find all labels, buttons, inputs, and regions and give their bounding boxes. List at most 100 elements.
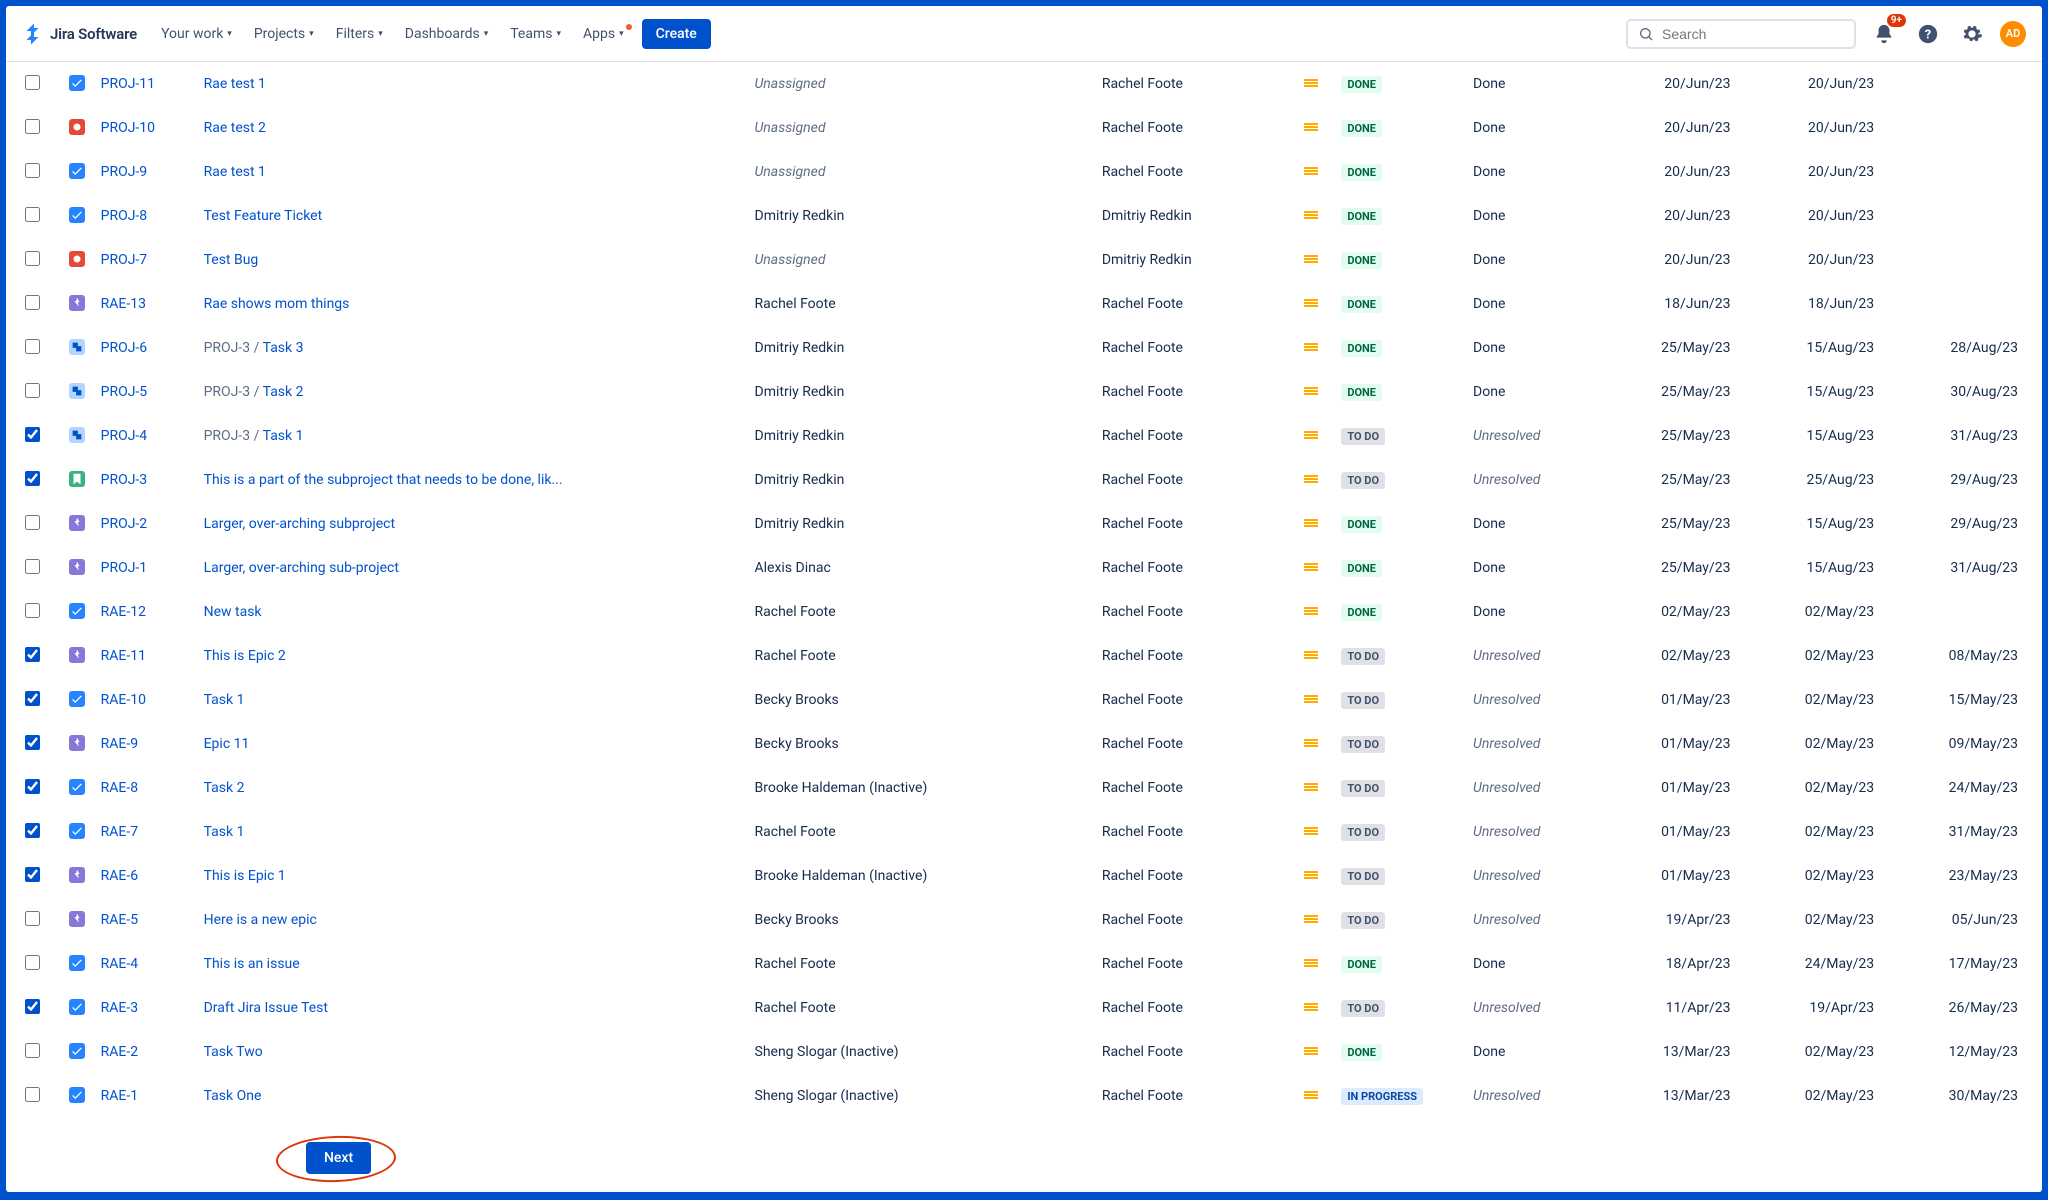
row-checkbox[interactable] (25, 867, 40, 882)
status-lozenge[interactable]: DONE (1341, 604, 1382, 621)
help-button[interactable]: ? (1912, 18, 1944, 50)
nav-apps[interactable]: Apps▾ (575, 20, 632, 48)
issue-summary-link[interactable]: Rae shows mom things (204, 296, 350, 312)
status-lozenge[interactable]: TO DO (1341, 868, 1385, 885)
status-lozenge[interactable]: DONE (1341, 164, 1382, 181)
row-checkbox[interactable] (25, 383, 40, 398)
row-checkbox[interactable] (25, 163, 40, 178)
notifications-button[interactable]: 9+ (1868, 18, 1900, 50)
issue-key-link[interactable]: RAE-10 (101, 692, 146, 708)
status-lozenge[interactable]: DONE (1341, 384, 1382, 401)
search-input[interactable] (1662, 26, 1844, 42)
issue-key-link[interactable]: RAE-8 (101, 780, 138, 796)
issue-key-link[interactable]: PROJ-3 (101, 472, 148, 488)
issue-summary-link[interactable]: Task One (204, 1088, 262, 1104)
status-lozenge[interactable]: TO DO (1341, 692, 1385, 709)
next-button[interactable]: Next (306, 1142, 371, 1174)
issue-summary-link[interactable]: Test Feature Ticket (204, 208, 323, 224)
issue-summary-link[interactable]: Task 2 (263, 384, 304, 400)
issue-summary-link[interactable]: Task 1 (204, 824, 245, 840)
status-lozenge[interactable]: DONE (1341, 252, 1382, 269)
nav-filters[interactable]: Filters▾ (328, 20, 391, 48)
status-lozenge[interactable]: TO DO (1341, 912, 1385, 929)
issue-summary-link[interactable]: Rae test 1 (204, 76, 266, 92)
status-lozenge[interactable]: DONE (1341, 340, 1382, 357)
nav-your-work[interactable]: Your work▾ (153, 20, 240, 48)
row-checkbox[interactable] (25, 339, 40, 354)
status-lozenge[interactable]: TO DO (1341, 1000, 1385, 1017)
row-checkbox[interactable] (25, 471, 40, 486)
status-lozenge[interactable]: DONE (1341, 1044, 1382, 1061)
status-lozenge[interactable]: TO DO (1341, 780, 1385, 797)
status-lozenge[interactable]: TO DO (1341, 472, 1385, 489)
issue-key-link[interactable]: PROJ-2 (101, 516, 148, 532)
issue-summary-link[interactable]: This is an issue (204, 956, 300, 972)
issue-key-link[interactable]: RAE-7 (101, 824, 138, 840)
row-checkbox[interactable] (25, 559, 40, 574)
issue-summary-link[interactable]: This is Epic 1 (204, 868, 286, 884)
row-checkbox[interactable] (25, 647, 40, 662)
row-checkbox[interactable] (25, 207, 40, 222)
issue-key-link[interactable]: PROJ-9 (101, 164, 148, 180)
issue-key-link[interactable]: PROJ-10 (101, 120, 155, 136)
row-checkbox[interactable] (25, 1043, 40, 1058)
issue-summary-link[interactable]: This is a part of the subproject that ne… (204, 472, 563, 488)
row-checkbox[interactable] (25, 911, 40, 926)
issue-summary-link[interactable]: Rae test 1 (204, 164, 266, 180)
issue-summary-link[interactable]: Task Two (204, 1044, 263, 1060)
issue-summary-link[interactable]: New task (204, 604, 262, 620)
issue-summary-link[interactable]: Test Bug (204, 252, 259, 268)
issue-summary-link[interactable]: Task 2 (204, 780, 245, 796)
issue-summary-link[interactable]: Task 1 (204, 692, 245, 708)
global-search[interactable] (1626, 19, 1856, 49)
row-checkbox[interactable] (25, 119, 40, 134)
issue-key-link[interactable]: RAE-12 (101, 604, 146, 620)
row-checkbox[interactable] (25, 999, 40, 1014)
status-lozenge[interactable]: TO DO (1341, 428, 1385, 445)
settings-button[interactable] (1956, 18, 1988, 50)
create-button[interactable]: Create (642, 19, 711, 49)
issue-key-link[interactable]: PROJ-8 (101, 208, 148, 224)
status-lozenge[interactable]: TO DO (1341, 824, 1385, 841)
issue-key-link[interactable]: RAE-11 (101, 648, 146, 664)
status-lozenge[interactable]: DONE (1341, 296, 1382, 313)
issue-summary-link[interactable]: Rae test 2 (204, 120, 266, 136)
nav-teams[interactable]: Teams▾ (502, 20, 569, 48)
issue-key-link[interactable]: RAE-6 (101, 868, 138, 884)
issue-key-link[interactable]: RAE-13 (101, 296, 146, 312)
status-lozenge[interactable]: DONE (1341, 76, 1382, 93)
issue-key-link[interactable]: PROJ-1 (101, 560, 148, 576)
issue-summary-link[interactable]: Epic 11 (204, 736, 250, 752)
status-lozenge[interactable]: DONE (1341, 120, 1382, 137)
status-lozenge[interactable]: DONE (1341, 956, 1382, 973)
status-lozenge[interactable]: DONE (1341, 208, 1382, 225)
issue-key-link[interactable]: PROJ-4 (101, 428, 148, 444)
nav-projects[interactable]: Projects▾ (246, 20, 322, 48)
status-lozenge[interactable]: DONE (1341, 516, 1382, 533)
status-lozenge[interactable]: TO DO (1341, 648, 1385, 665)
issue-key-link[interactable]: PROJ-6 (101, 340, 148, 356)
row-checkbox[interactable] (25, 251, 40, 266)
issue-summary-link[interactable]: Draft Jira Issue Test (204, 1000, 328, 1016)
row-checkbox[interactable] (25, 603, 40, 618)
row-checkbox[interactable] (25, 779, 40, 794)
issue-summary-link[interactable]: Task 3 (263, 340, 304, 356)
issue-summary-link[interactable]: Larger, over-arching subproject (204, 516, 395, 532)
issue-key-link[interactable]: PROJ-5 (101, 384, 148, 400)
issue-key-link[interactable]: PROJ-7 (101, 252, 148, 268)
row-checkbox[interactable] (25, 75, 40, 90)
row-checkbox[interactable] (25, 295, 40, 310)
issue-key-link[interactable]: RAE-5 (101, 912, 138, 928)
status-lozenge[interactable]: IN PROGRESS (1341, 1088, 1423, 1105)
row-checkbox[interactable] (25, 1087, 40, 1102)
issue-key-link[interactable]: RAE-3 (101, 1000, 138, 1016)
row-checkbox[interactable] (25, 955, 40, 970)
issue-key-link[interactable]: RAE-1 (101, 1088, 138, 1104)
row-checkbox[interactable] (25, 691, 40, 706)
status-lozenge[interactable]: DONE (1341, 560, 1382, 577)
nav-dashboards[interactable]: Dashboards▾ (397, 20, 496, 48)
issue-key-link[interactable]: RAE-4 (101, 956, 138, 972)
issue-summary-link[interactable]: Larger, over-arching sub-project (204, 560, 399, 576)
row-checkbox[interactable] (25, 735, 40, 750)
issue-summary-link[interactable]: This is Epic 2 (204, 648, 286, 664)
